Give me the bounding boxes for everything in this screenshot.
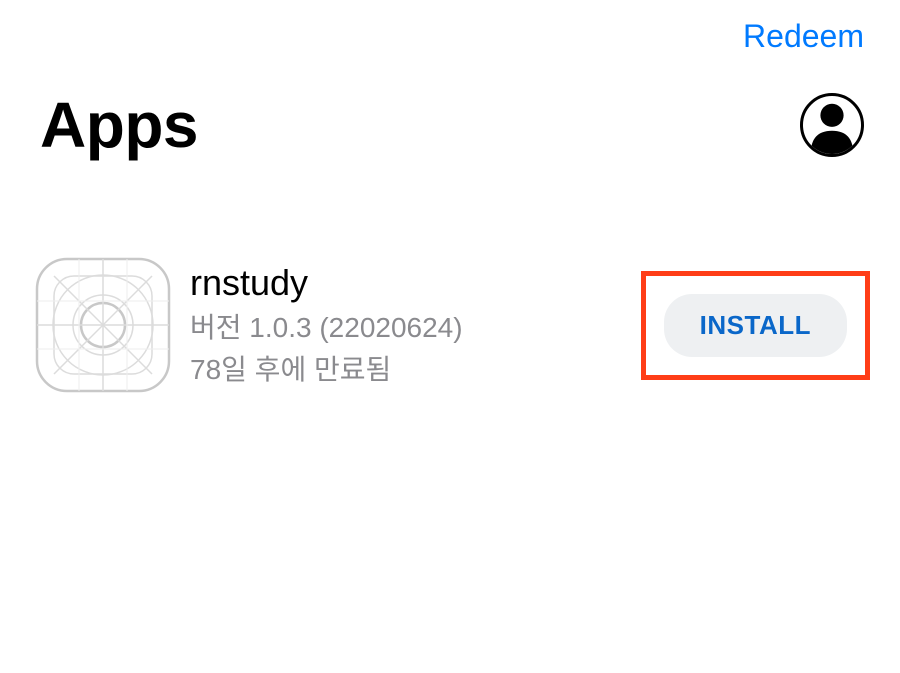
profile-avatar[interactable] — [800, 93, 864, 157]
app-version: 버전 1.0.3 (22020624) — [190, 306, 641, 346]
app-list-item: rnstudy 버전 1.0.3 (22020624) 78일 후에 만료됨 I… — [34, 256, 870, 394]
header-row: Apps — [40, 88, 864, 162]
redeem-link[interactable]: Redeem — [743, 18, 864, 55]
app-name: rnstudy — [190, 262, 641, 304]
app-info: rnstudy 버전 1.0.3 (22020624) 78일 후에 만료됨 — [190, 262, 641, 388]
install-button[interactable]: INSTALL — [664, 294, 847, 357]
install-highlight-box: INSTALL — [641, 271, 870, 380]
person-icon — [803, 96, 861, 154]
app-expiry: 78일 후에 만료됨 — [190, 348, 641, 388]
app-icon-placeholder — [34, 256, 172, 394]
page-title: Apps — [40, 88, 198, 162]
